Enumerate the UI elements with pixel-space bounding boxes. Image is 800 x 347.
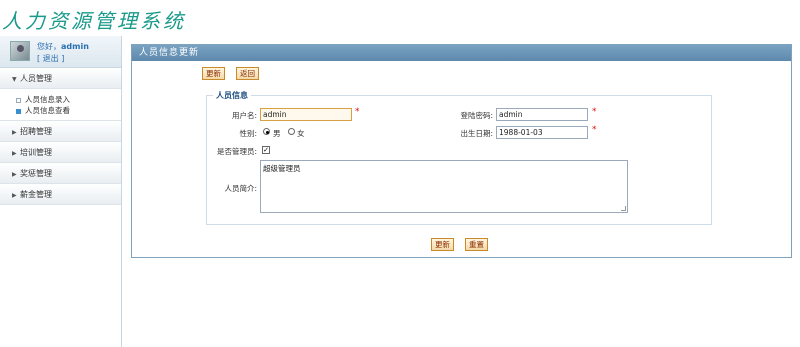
bio-label: 人员简介: (224, 184, 257, 193)
menu-group-salary[interactable]: ▶ 薪金管理 (0, 184, 121, 205)
chevron-right-icon: ▶ (12, 150, 17, 157)
required-mark: * (592, 125, 597, 135)
sidebar-item-personnel-entry[interactable]: 人员信息录入 (16, 94, 121, 105)
back-button[interactable]: 返回 (236, 67, 259, 80)
main-panel: 人员信息更新 更新 返回 人员信息 用户名: admin * 登陆密码: adm… (131, 44, 792, 258)
sidebar-item-label: 人员信息查看 (25, 106, 70, 115)
username-input[interactable]: admin (260, 108, 352, 121)
resize-handle-icon[interactable] (621, 206, 626, 211)
bio-text: 超级管理员 (263, 164, 301, 173)
password-label: 登陆密码: (460, 111, 493, 120)
gender-female-radio[interactable] (288, 128, 295, 135)
sidebar: 您好，admin [ 退出 ] ▼ 人员管理 人员信息录入 人员信息查看 ▶ 招聘管… (0, 36, 122, 347)
menu-group-label: 培训管理 (20, 148, 52, 157)
personnel-fieldset: 人员信息 用户名: admin * 登陆密码: admin * 性别: 男 女 … (206, 90, 712, 225)
chevron-right-icon: ▶ (12, 192, 17, 199)
avatar (10, 41, 30, 61)
reset-button[interactable]: 重置 (465, 238, 488, 251)
logout-link[interactable]: [ 退出 ] (37, 53, 64, 64)
menu-group-label: 招聘管理 (20, 127, 52, 136)
gender-male-radio[interactable] (263, 128, 270, 135)
is-admin-checkbox[interactable]: ✓ (262, 146, 270, 154)
fieldset-legend: 人员信息 (213, 90, 251, 101)
username-label: 用户名: (231, 111, 257, 120)
user-greeting: 您好，admin (37, 41, 89, 52)
app-header: 人力资源管理系统 (0, 0, 800, 36)
birthdate-input[interactable]: 1988-01-03 (496, 126, 588, 139)
update-button-bottom[interactable]: 更新 (431, 238, 454, 251)
gender-female-label: 女 (297, 129, 305, 138)
panel-title: 人员信息更新 (132, 45, 791, 61)
birthdate-label: 出生日期: (460, 129, 493, 138)
app-logo: 人力资源管理系统 (2, 9, 186, 33)
user-name: admin (61, 42, 89, 51)
bullet-icon (16, 108, 21, 114)
menu-group-personnel[interactable]: ▼ 人员管理 (0, 68, 121, 89)
bullet-icon (16, 97, 21, 103)
menu-group-label: 薪金管理 (20, 190, 52, 199)
is-admin-label: 是否管理员: (216, 147, 257, 156)
gender-male-label: 男 (273, 129, 281, 138)
chevron-right-icon: ▶ (12, 129, 17, 136)
user-box: 您好，admin [ 退出 ] (0, 36, 121, 68)
submenu-personnel: 人员信息录入 人员信息查看 (0, 89, 121, 121)
menu-group-label: 人员管理 (20, 74, 52, 83)
chevron-right-icon: ▶ (12, 171, 17, 178)
menu-group-training[interactable]: ▶ 培训管理 (0, 142, 121, 163)
greeting-prefix: 您好， (37, 42, 61, 51)
menu-group-label: 奖惩管理 (20, 169, 52, 178)
update-button-top[interactable]: 更新 (202, 67, 225, 80)
required-mark: * (592, 107, 597, 117)
chevron-down-icon: ▼ (12, 76, 17, 83)
menu-group-rewards[interactable]: ▶ 奖惩管理 (0, 163, 121, 184)
gender-label: 性别: (239, 129, 257, 138)
menu-group-recruitment[interactable]: ▶ 招聘管理 (0, 121, 121, 142)
required-mark: * (355, 107, 360, 117)
sidebar-item-personnel-view[interactable]: 人员信息查看 (16, 105, 121, 116)
password-input[interactable]: admin (496, 108, 588, 121)
sidebar-item-label: 人员信息录入 (25, 95, 70, 104)
bio-textarea[interactable]: 超级管理员 (260, 160, 628, 213)
